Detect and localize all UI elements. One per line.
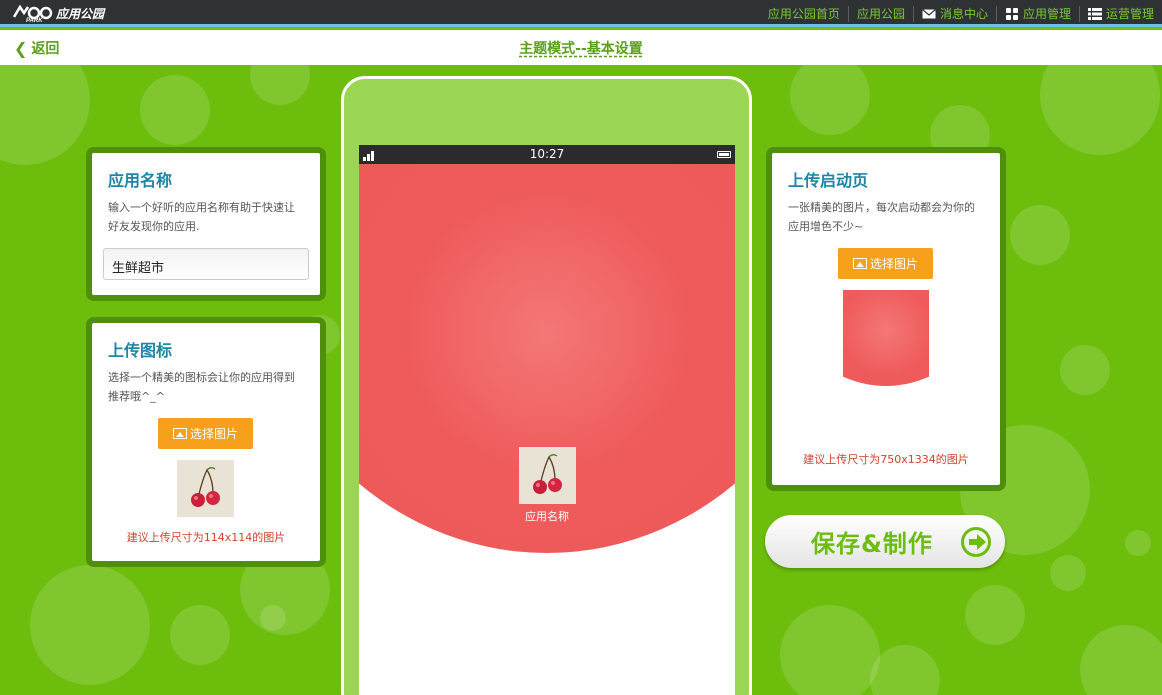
cherry-icon bbox=[191, 467, 220, 507]
arrow-right-icon bbox=[961, 527, 991, 557]
bg-bubble bbox=[1080, 625, 1162, 695]
bg-bubble bbox=[140, 75, 210, 145]
bg-bubble bbox=[1050, 555, 1086, 591]
image-icon bbox=[172, 428, 187, 439]
bg-bubble bbox=[780, 605, 880, 695]
bg-bubble bbox=[0, 65, 90, 165]
list-icon bbox=[1087, 7, 1102, 20]
splash-upload-title: 上传启动页 bbox=[788, 171, 869, 190]
phone-time: 10:27 bbox=[529, 147, 565, 161]
bg-bubble bbox=[1060, 345, 1110, 395]
app-icon-preview bbox=[519, 447, 576, 504]
image-icon bbox=[852, 258, 867, 269]
splash-upload-desc: 一张精美的图片，每次启动都会为你的应用增色不少~ bbox=[788, 201, 975, 233]
phone-screen: 10:27 应用名称 bbox=[359, 145, 735, 695]
save-button-label: 保存&制作 bbox=[811, 530, 933, 558]
icon-upload-title: 上传图标 bbox=[108, 341, 173, 360]
icon-size-hint: 建议上传尺寸为114x114的图片 bbox=[126, 531, 286, 544]
bg-bubble bbox=[1040, 65, 1160, 155]
page-title: 主题模式--基本设置 bbox=[519, 41, 643, 57]
choose-icon-button[interactable]: 选择图片 bbox=[158, 418, 253, 449]
bg-bubble bbox=[965, 585, 1025, 645]
icon-preview bbox=[177, 460, 234, 517]
app-name-input[interactable]: 生鲜超市 bbox=[103, 248, 309, 280]
bg-bubble bbox=[250, 65, 310, 105]
app-name-card: 应用名称 输入一个好听的应用名称有助于快速让好友发现你的应用. 生鲜超市 bbox=[86, 147, 326, 301]
phone-status-bar: 10:27 bbox=[359, 145, 735, 164]
app-name-title: 应用名称 bbox=[108, 171, 173, 190]
phone-preview: 10:27 应用名称 bbox=[341, 76, 752, 695]
app-name-desc: 输入一个好听的应用名称有助于快速让好友发现你的应用. bbox=[108, 201, 295, 233]
bg-bubble bbox=[870, 645, 940, 695]
mail-icon bbox=[922, 8, 936, 18]
nav-home[interactable]: 应用公园首页 bbox=[760, 6, 848, 22]
logo-icon: PARK bbox=[12, 4, 53, 23]
bg-bubble bbox=[1010, 205, 1070, 265]
grid-icon bbox=[1005, 7, 1018, 20]
icon-upload-desc: 选择一个精美的图标会让你的应用得到推荐哦^_^ bbox=[108, 371, 295, 403]
app-name-label: 应用名称 bbox=[525, 510, 569, 523]
choose-splash-button[interactable]: 选择图片 bbox=[838, 248, 933, 279]
battery-icon bbox=[717, 151, 731, 158]
bg-bubble bbox=[260, 605, 286, 631]
nav-app-park[interactable]: 应用公园 bbox=[847, 5, 913, 22]
splash-preview bbox=[843, 290, 929, 387]
bg-bubble bbox=[30, 565, 150, 685]
cherry-icon bbox=[533, 454, 562, 494]
nav-app-manage[interactable]: 应用管理 bbox=[995, 5, 1079, 22]
top-bar: PARK 应用公园 应用公园首页 应用公园 消息中心 应用管理 运营管理 bbox=[0, 0, 1162, 27]
nav-operations[interactable]: 运营管理 bbox=[1078, 5, 1162, 22]
nav-messages[interactable]: 消息中心 bbox=[912, 5, 996, 22]
icon-upload-card: 上传图标 选择一个精美的图标会让你的应用得到推荐哦^_^ 选择图片 建议上传尺寸… bbox=[86, 317, 326, 567]
splash-size-hint: 建议上传尺寸为750x1334的图片 bbox=[803, 453, 969, 466]
svg-text:PARK: PARK bbox=[26, 18, 43, 23]
bg-bubble bbox=[1125, 530, 1151, 556]
sub-header: ❮ 返回 主题模式--基本设置 bbox=[0, 30, 1162, 65]
top-nav: 应用公园首页 应用公园 消息中心 应用管理 运营管理 bbox=[760, 0, 1162, 27]
save-and-build-button[interactable]: 保存&制作 bbox=[765, 515, 1005, 568]
logo-text: 应用公园 bbox=[56, 6, 105, 21]
logo[interactable]: PARK 应用公园 bbox=[12, 3, 104, 23]
splash-upload-card: 上传启动页 一张精美的图片，每次启动都会为你的应用增色不少~ 选择图片 建议上传… bbox=[766, 147, 1006, 491]
bg-bubble bbox=[170, 605, 230, 665]
bg-bubble bbox=[790, 65, 870, 135]
signal-icon bbox=[363, 151, 374, 161]
main-area: 应用名称 输入一个好听的应用名称有助于快速让好友发现你的应用. 生鲜超市 上传图… bbox=[0, 65, 1162, 695]
